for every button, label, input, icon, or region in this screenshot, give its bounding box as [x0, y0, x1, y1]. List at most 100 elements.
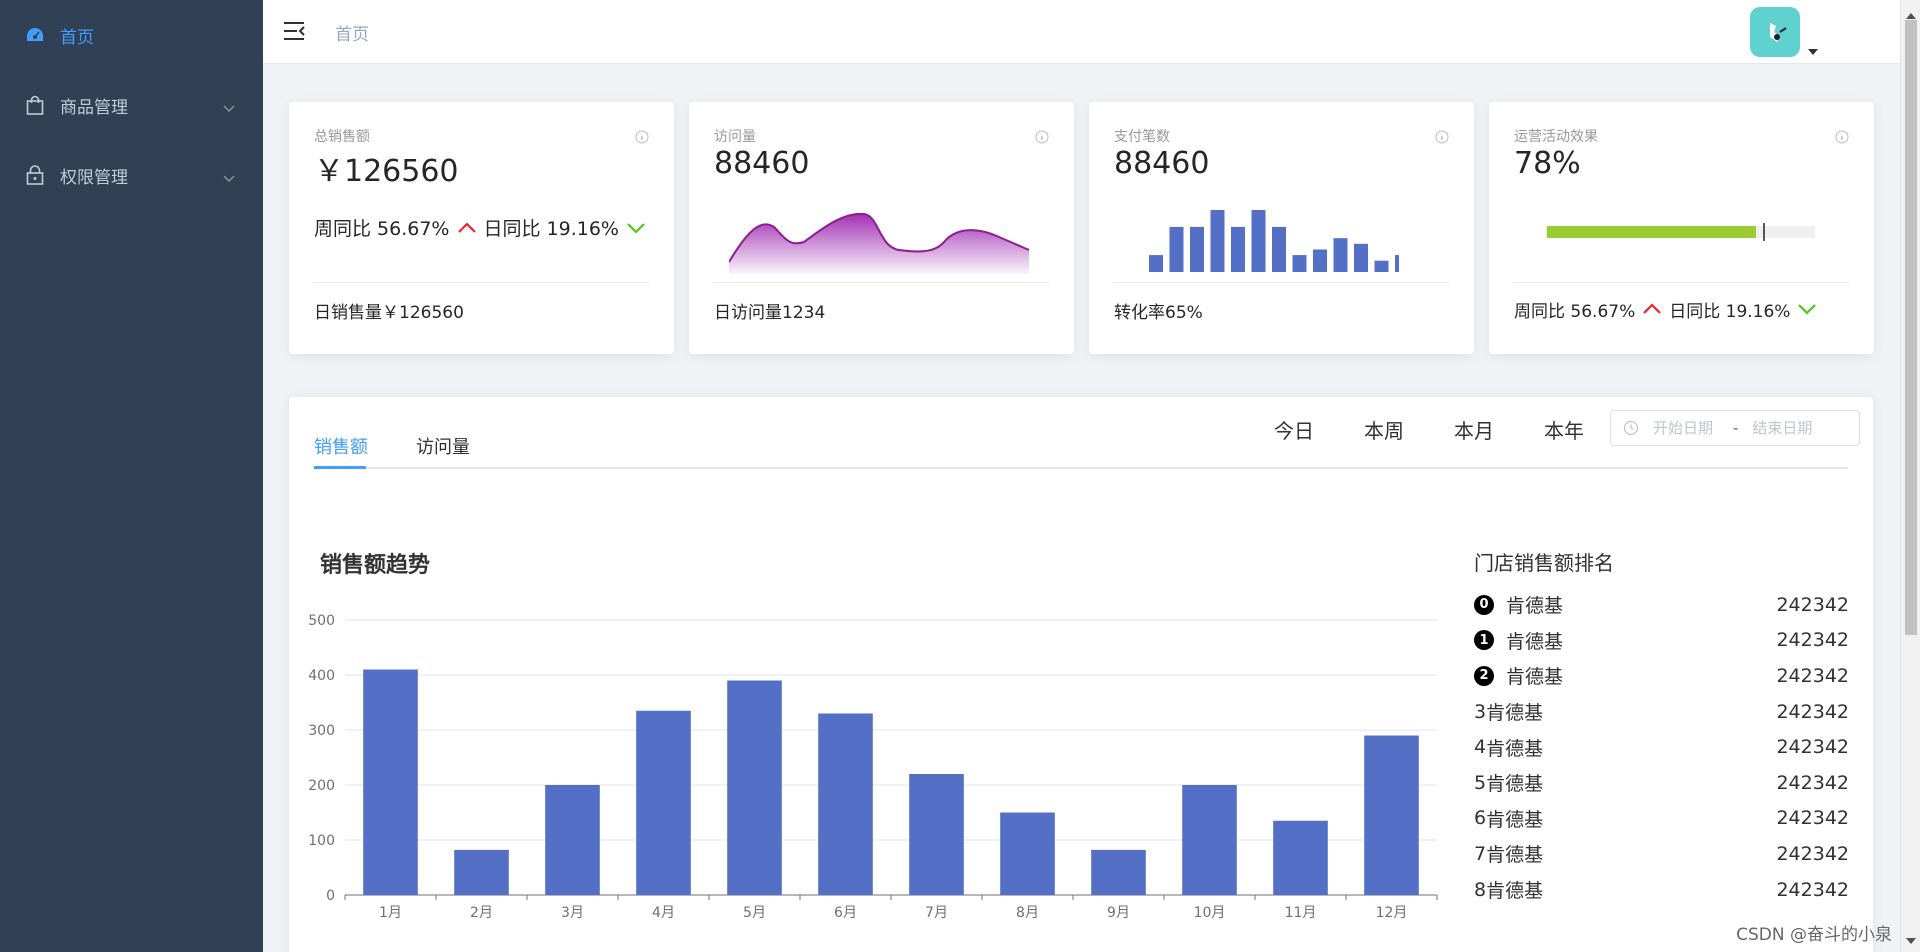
- week-compare: 周同比 56.67%: [314, 218, 450, 240]
- card-value: ￥126560: [314, 154, 459, 189]
- card-title: 总销售额: [314, 129, 370, 145]
- store-name: 肯德基: [1506, 666, 1564, 689]
- rank-number: 0: [1474, 594, 1494, 615]
- store-sales-value: 242342: [1776, 629, 1849, 652]
- progress-fill: [1547, 226, 1757, 238]
- mini-bar: [1251, 210, 1266, 272]
- mini-bar: [1313, 249, 1327, 272]
- store-name: 肯德基: [1486, 773, 1544, 796]
- store-sales-value: 242342: [1776, 878, 1849, 901]
- bar: [1364, 735, 1419, 895]
- tab-active-indicator: [314, 466, 366, 469]
- page-scrollbar[interactable]: [1900, 0, 1920, 952]
- scrollbar-thumb[interactable]: [1905, 20, 1917, 635]
- store-name: 肯德基: [1506, 630, 1564, 653]
- period-month[interactable]: 本月: [1454, 415, 1494, 444]
- ranking-list: 0 肯德基 242342 1 肯德基 242342 2 肯德基 242342 3 肯德基 242342…: [1474, 587, 1849, 907]
- start-date-input[interactable]: [1653, 419, 1733, 437]
- store-sales-value: 242342: [1776, 736, 1849, 759]
- menu-toggle-icon[interactable]: [281, 18, 307, 44]
- bar: [909, 774, 964, 895]
- caret-down-icon[interactable]: [1808, 40, 1818, 59]
- x-tick-label: 11月: [1285, 905, 1317, 921]
- card-value: 78%: [1514, 146, 1581, 181]
- dashboard-icon: [24, 24, 46, 46]
- card-value: 88460: [1114, 146, 1210, 181]
- bar: [636, 710, 691, 895]
- end-date-input[interactable]: [1752, 419, 1833, 437]
- sidebar-item-permissions[interactable]: 权限管理: [0, 140, 263, 210]
- avatar[interactable]: [1750, 7, 1800, 57]
- chevron-down-icon: [223, 98, 235, 118]
- visits-area-chart: [729, 212, 1030, 274]
- ranking-item: 8 肯德基 242342: [1474, 872, 1849, 908]
- info-icon[interactable]: [1435, 129, 1449, 148]
- x-tick-label: 10月: [1194, 905, 1226, 921]
- mini-bar: [1169, 226, 1184, 272]
- card-divider: [714, 282, 1049, 283]
- card-footer: 日销售量￥126560: [314, 303, 464, 323]
- store-sales-value: 242342: [1776, 807, 1849, 830]
- tab-sales[interactable]: 销售额: [314, 433, 368, 459]
- sidebar-item-home[interactable]: 首页: [0, 0, 263, 70]
- sidebar-item-products[interactable]: 商品管理: [0, 70, 263, 140]
- x-tick-label: 9月: [1107, 905, 1130, 921]
- arrow-up-icon: [457, 217, 476, 239]
- ranking-item: 4 肯德基 242342: [1474, 729, 1849, 765]
- arrow-down-icon: [1798, 300, 1817, 320]
- card-divider: [1114, 282, 1449, 283]
- bar: [1273, 820, 1328, 895]
- info-icon[interactable]: [1035, 129, 1049, 148]
- info-icon[interactable]: [1835, 129, 1849, 148]
- tab-visits[interactable]: 访问量: [416, 433, 470, 459]
- store-sales-value: 242342: [1776, 700, 1849, 723]
- store-sales-value: 242342: [1776, 664, 1849, 687]
- x-tick-label: 6月: [834, 905, 857, 921]
- day-compare: 日同比 19.16%: [483, 218, 620, 240]
- store-name: 肯德基: [1486, 880, 1544, 903]
- x-tick-label: 4月: [652, 905, 675, 921]
- progress-target-marker: [1762, 223, 1765, 241]
- card-divider: [1514, 282, 1849, 283]
- y-tick-label: 100: [308, 833, 335, 849]
- breadcrumb: 首页: [335, 25, 369, 45]
- y-tick-label: 400: [308, 668, 335, 684]
- ranking-title: 门店销售额排名: [1474, 551, 1614, 575]
- sidebar: 首页 商品管理 权限管理: [0, 0, 263, 952]
- scroll-down-arrow-icon[interactable]: [1906, 929, 1916, 948]
- period-year[interactable]: 本年: [1544, 415, 1584, 444]
- bar: [363, 669, 418, 895]
- range-separator: -: [1733, 419, 1739, 437]
- rank-number: 3: [1474, 700, 1487, 723]
- stat-card-payments: 支付笔数 88460 转化率65%: [1089, 102, 1474, 354]
- period-today[interactable]: 今日: [1274, 415, 1314, 444]
- lock-icon: [24, 164, 46, 186]
- sales-panel: 销售额 访问量 今日 本周 本月 本年 - 销售额趋势 010020030040…: [289, 397, 1873, 952]
- store-sales-value: 242342: [1776, 842, 1849, 865]
- x-tick-label: 7月: [925, 905, 948, 921]
- shopping-bag-icon: [24, 94, 46, 116]
- ranking-item: 7 肯德基 242342: [1474, 836, 1849, 872]
- bar: [1182, 785, 1237, 895]
- period-week[interactable]: 本周: [1364, 415, 1404, 444]
- chevron-down-icon: [223, 168, 235, 188]
- rank-number: 4: [1474, 736, 1487, 759]
- x-tick-label: 12月: [1376, 905, 1408, 921]
- store-name: 肯德基: [1486, 702, 1544, 725]
- ranking-item: 3 肯德基 242342: [1474, 694, 1849, 730]
- mini-bar: [1374, 260, 1389, 272]
- stat-card-campaign: 运营活动效果 78% 周同比 56.67% 日同比 19.16%: [1489, 102, 1874, 354]
- info-icon[interactable]: [635, 129, 649, 148]
- mini-bar: [1333, 238, 1348, 272]
- sidebar-item-label: 权限管理: [60, 167, 128, 188]
- trend-row: 周同比 56.67% 日同比 19.16%: [314, 214, 653, 241]
- ranking-item: 1 肯德基 242342: [1474, 623, 1849, 659]
- ranking-item: 0 肯德基 242342: [1474, 587, 1849, 623]
- top-navbar: 首页: [263, 0, 1900, 64]
- store-sales-value: 242342: [1776, 593, 1849, 616]
- payments-mini-bar-chart: [1149, 210, 1399, 272]
- stat-card-total-sales: 总销售额 ￥126560 周同比 56.67% 日同比 19.16% 日销售量￥…: [289, 102, 674, 354]
- date-range-picker[interactable]: -: [1610, 410, 1860, 446]
- card-footer: 转化率65%: [1114, 303, 1203, 323]
- rank-number: 8: [1474, 878, 1487, 901]
